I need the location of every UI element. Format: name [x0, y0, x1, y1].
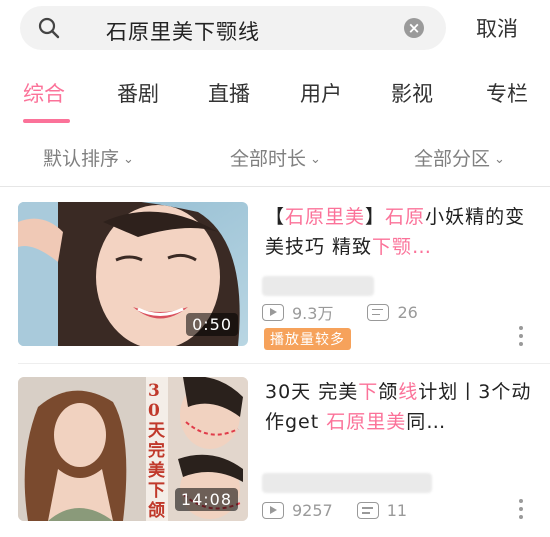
search-bar[interactable]: 石原里美下颚线 ×: [20, 6, 446, 50]
title-highlight: 下颚…: [372, 236, 433, 258]
video-result[interactable]: 30天完美下颌线 14:08 30天 完美下颌线计划丨3个动作get 石原里美同…: [0, 377, 550, 527]
title-highlight: 下: [358, 381, 379, 403]
view-count: 9.3万: [292, 304, 334, 323]
title-text: 颌: [378, 381, 399, 403]
search-input[interactable]: 石原里美下颚线: [106, 16, 260, 46]
title-text: 【: [265, 206, 286, 228]
video-title[interactable]: 30天 完美下颌线计划丨3个动作get 石原里美同…: [265, 377, 535, 437]
divider: [18, 363, 550, 364]
more-options-icon[interactable]: [518, 326, 524, 346]
title-highlight: 石原里美: [326, 411, 407, 433]
popular-badge: 播放量较多: [264, 328, 351, 350]
tab-live[interactable]: 直播: [208, 78, 250, 108]
clear-icon[interactable]: ×: [404, 18, 424, 38]
video-result[interactable]: 0:50 【石原里美】石原小妖精的变美技巧 精致下颚… 9.3万 26 播放量较…: [0, 202, 550, 352]
category-tabs: 综合 番剧 直播 用户 影视 专栏: [0, 78, 550, 123]
title-highlight: 石原里美: [285, 206, 366, 228]
duration-filter-label: 全部时长: [230, 148, 307, 170]
video-thumbnail[interactable]: 30天完美下颌线 14:08: [18, 377, 248, 521]
tab-all[interactable]: 综合: [23, 78, 65, 108]
title-text: 30天 完美: [265, 381, 359, 403]
tab-users[interactable]: 用户: [300, 78, 342, 108]
video-title[interactable]: 【石原里美】石原小妖精的变美技巧 精致下颚…: [265, 202, 535, 262]
sort-filter-label: 默认排序: [43, 148, 120, 170]
video-duration: 0:50: [186, 313, 238, 336]
chevron-down-icon: ⌄: [494, 152, 505, 167]
chevron-down-icon: ⌄: [123, 152, 134, 167]
title-highlight: 石原: [385, 206, 426, 228]
cancel-button[interactable]: 取消: [476, 13, 518, 43]
search-icon: [38, 17, 60, 39]
divider: [0, 186, 550, 187]
play-count-icon: [262, 303, 284, 321]
active-tab-indicator: [23, 119, 70, 123]
tab-column[interactable]: 专栏: [486, 78, 528, 108]
tab-anime[interactable]: 番剧: [117, 78, 159, 108]
title-text: 】: [365, 206, 386, 228]
uploader-name-blurred[interactable]: [262, 473, 432, 493]
danmaku-count: 26: [397, 302, 418, 322]
danmaku-count: 11: [386, 501, 408, 520]
video-thumbnail[interactable]: 0:50: [18, 202, 248, 346]
more-options-icon[interactable]: [518, 499, 524, 519]
chevron-down-icon: ⌄: [310, 152, 321, 167]
view-count: 9257: [292, 501, 333, 520]
video-stats: 9.3万 26: [262, 300, 418, 324]
title-highlight: 线: [398, 381, 419, 403]
duration-filter[interactable]: 全部时长 ⌄: [230, 144, 321, 171]
zone-filter-label: 全部分区: [414, 148, 491, 170]
uploader-name-blurred[interactable]: [262, 276, 374, 296]
zone-filter[interactable]: 全部分区 ⌄: [414, 144, 505, 171]
danmaku-icon: [367, 303, 390, 321]
thumbnail-side-text: 30天完美下颌线: [148, 381, 165, 521]
tab-film[interactable]: 影视: [391, 78, 433, 108]
danmaku-icon: [356, 502, 379, 519]
video-duration: 14:08: [174, 488, 238, 511]
filter-bar: 默认排序 ⌄ 全部时长 ⌄ 全部分区 ⌄: [0, 140, 550, 174]
video-stats: 9257 11: [262, 501, 407, 520]
play-count-icon: [262, 502, 284, 519]
title-text: 同…: [406, 411, 447, 433]
sort-filter[interactable]: 默认排序 ⌄: [43, 144, 134, 171]
